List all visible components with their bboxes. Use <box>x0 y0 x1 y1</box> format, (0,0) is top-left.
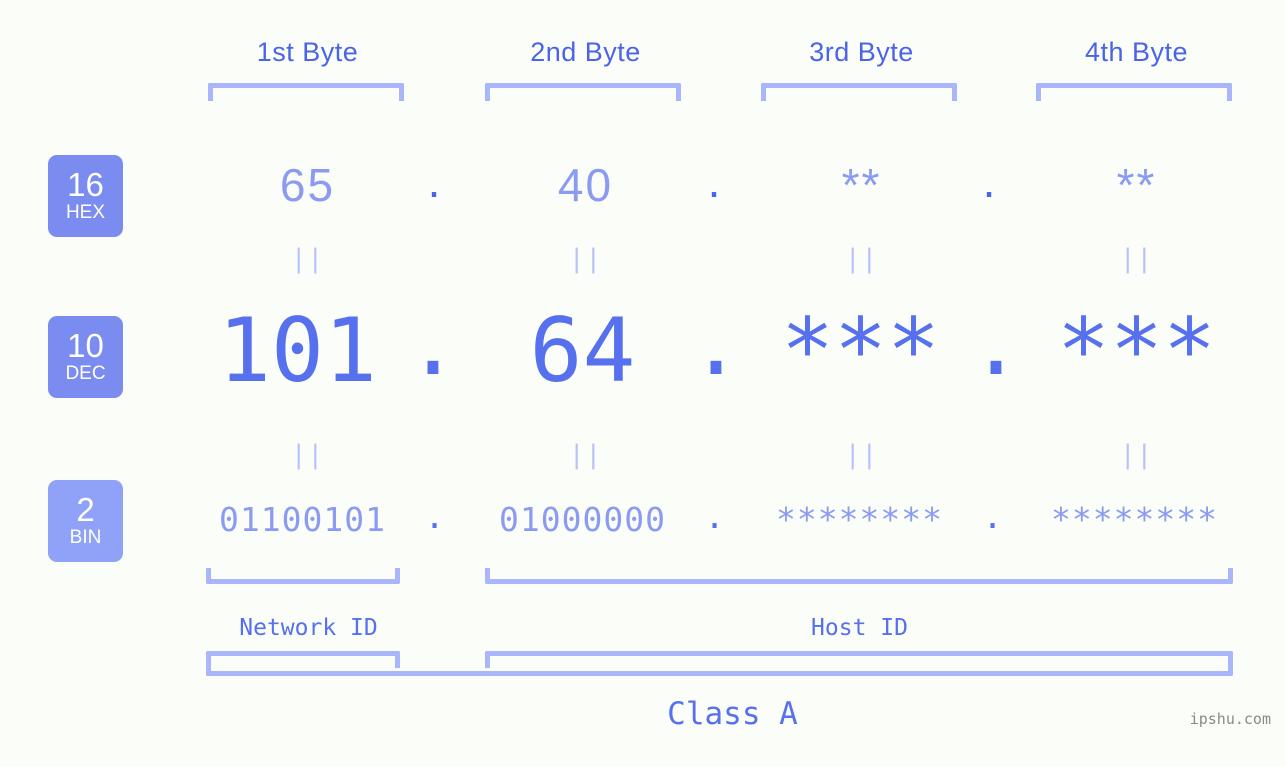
byte-bracket-top-1 <box>208 83 404 101</box>
equals-connector-dec-bin-1: || <box>290 440 325 470</box>
radix-badge-hex-number: 16 <box>67 166 104 203</box>
equals-connector-dec-bin-4: || <box>1119 440 1154 470</box>
dec-byte-4: *** <box>1057 299 1216 402</box>
hex-separator-3: . <box>982 155 998 207</box>
byte-bracket-top-3 <box>761 83 957 101</box>
bin-byte-1: 01100101 <box>219 500 386 539</box>
host-id-label: Host ID <box>811 615 908 641</box>
radix-badge-hex-label: HEX <box>65 202 106 223</box>
bin-separator-3: . <box>982 497 1004 536</box>
byte-header-3: 3rd Byte <box>809 37 914 67</box>
hex-byte-1: 65 <box>279 159 336 211</box>
bin-separator-1: . <box>424 497 446 536</box>
class-bracket <box>206 660 1233 676</box>
radix-badge-dec-number: 10 <box>67 327 104 364</box>
dec-byte-1: 101 <box>218 299 377 402</box>
bin-separator-2: . <box>704 497 726 536</box>
hex-byte-4: ** <box>1116 159 1157 211</box>
hex-byte-2: 40 <box>557 159 614 211</box>
bin-byte-4: ******** <box>1051 500 1218 539</box>
equals-connector-hex-dec-4: || <box>1119 244 1154 274</box>
hex-separator-2: . <box>707 155 723 207</box>
equals-connector-dec-bin-3: || <box>844 440 879 470</box>
equals-connector-hex-dec-2: || <box>568 244 603 274</box>
watermark-ipshu: ipshu.com <box>1189 710 1271 728</box>
radix-badge-hex: 16 HEX <box>48 155 123 237</box>
bin-byte-3: ******** <box>776 500 943 539</box>
dec-byte-3: *** <box>781 299 940 402</box>
byte-header-4: 4th Byte <box>1084 37 1189 67</box>
radix-badge-dec-label: DEC <box>65 363 106 384</box>
radix-badge-bin-number: 2 <box>76 491 95 528</box>
radix-badge-bin-label: BIN <box>69 527 102 548</box>
class-label: Class A <box>667 696 798 732</box>
byte-header-1: 1st Byte <box>256 37 359 67</box>
network-id-label: Network ID <box>239 615 378 641</box>
hex-byte-3: ** <box>841 159 882 211</box>
equals-connector-hex-dec-1: || <box>290 244 325 274</box>
equals-connector-hex-dec-3: || <box>844 244 879 274</box>
byte-bracket-top-4 <box>1036 83 1232 101</box>
ip-byte-breakdown-diagram: 1st Byte 2nd Byte 3rd Byte 4th Byte 16 H… <box>0 0 1285 767</box>
hex-separator-1: . <box>427 155 443 207</box>
dec-byte-2: 64 <box>529 299 636 402</box>
byte-header-2: 2nd Byte <box>530 37 641 67</box>
network-id-bracket-top <box>206 568 400 584</box>
dec-separator-1: . <box>406 292 460 395</box>
radix-badge-dec: 10 DEC <box>48 316 123 398</box>
equals-connector-dec-bin-2: || <box>568 440 603 470</box>
dec-separator-3: . <box>969 292 1023 395</box>
radix-badge-bin: 2 BIN <box>48 480 123 562</box>
dec-separator-2: . <box>689 292 743 395</box>
bin-byte-2: 01000000 <box>499 500 666 539</box>
byte-bracket-top-2 <box>485 83 681 101</box>
host-id-bracket-top <box>485 568 1233 584</box>
